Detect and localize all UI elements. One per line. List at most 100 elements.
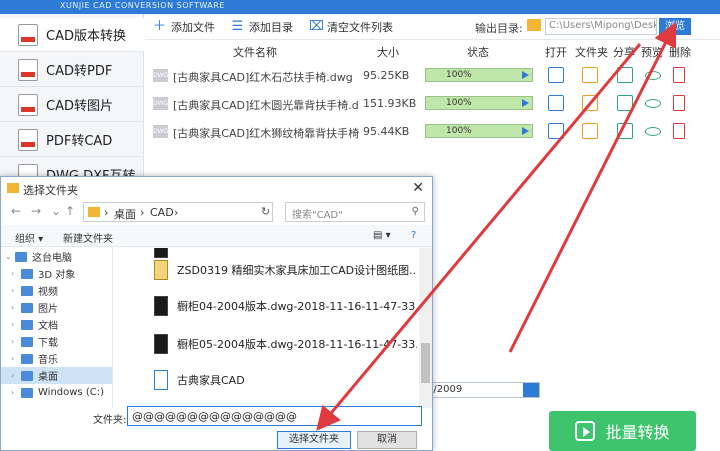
trash-icon[interactable] — [673, 95, 685, 111]
play-icon[interactable] — [522, 127, 529, 135]
file-size: 95.44KB — [363, 125, 410, 138]
picture-icon — [21, 302, 33, 313]
nav-desktop[interactable]: › 桌面 — [1, 367, 112, 384]
nav-downloads[interactable]: › 下载 — [1, 333, 112, 350]
table-row: DWG [古典家具CAD]红木石芯扶手椅.dwg 95.25KB 100% — [145, 62, 720, 90]
nav-documents[interactable]: › 文档 — [1, 316, 112, 333]
video-icon — [21, 285, 33, 296]
add-dir-button[interactable]: ☰ 添加目录 — [231, 19, 293, 35]
nav-drive-c[interactable]: › Windows (C:) — [1, 384, 112, 401]
share-icon[interactable] — [617, 123, 633, 139]
chevron-down-icon[interactable]: ⌄ — [51, 204, 61, 218]
open-file-icon[interactable] — [548, 67, 564, 83]
sidebar-item-cad-image[interactable]: CAD转图片 — [0, 88, 144, 122]
pdf-cad-icon — [18, 128, 38, 151]
desktop-icon — [21, 370, 33, 381]
open-folder-icon[interactable] — [582, 123, 598, 139]
open-folder-icon[interactable] — [582, 67, 598, 83]
col-name: 文件名称 — [233, 46, 277, 59]
browse-button[interactable]: 浏览 — [659, 18, 691, 35]
command-bar: 组织 ▾ 新建文件夹 ▤ ▾ ? — [1, 225, 432, 247]
list-item[interactable]: 橱柜04-2004版本.dwg-2018-11-16-11-47-33... — [114, 286, 419, 326]
output-label: 输出目录: — [475, 22, 523, 35]
scrollbar[interactable] — [419, 248, 432, 408]
nav-videos[interactable]: › 视频 — [1, 282, 112, 299]
play-icon — [575, 421, 596, 441]
breadcrumb-desktop[interactable]: 桌面 — [114, 206, 136, 222]
search-input[interactable]: 搜索"CAD" ⚲ — [285, 202, 425, 222]
dwg-file-icon: DWG — [153, 69, 168, 82]
list-icon: ☰ — [231, 19, 244, 34]
folder-icon — [527, 19, 541, 31]
table-row: DWG [古典家具CAD]红木圆光靠背扶手椅.d 151.93KB 100% — [145, 90, 720, 118]
list-item[interactable]: 橱柜05-2004版本.dwg-2018-11-16-11-47-33... — [114, 324, 419, 364]
folder-icon — [154, 260, 168, 280]
help-icon[interactable]: ? — [411, 230, 416, 241]
organize-button[interactable]: 组织 ▾ — [15, 230, 43, 245]
share-icon[interactable] — [617, 67, 633, 83]
col-preview: 预览 — [641, 46, 663, 59]
sidebar-item-pdf-cad[interactable]: PDF转CAD — [0, 123, 144, 157]
toolbar: ＋添加文件 ☰ 添加目录 ⌧ 清空文件列表 输出目录: C:\Users\Mipon… — [145, 14, 720, 40]
forward-icon[interactable]: → — [31, 204, 41, 218]
folder-icon — [7, 183, 19, 193]
file-size: 95.25KB — [363, 69, 410, 82]
file-name: [古典家具CAD]红木狮纹椅靠背扶手椅 — [173, 127, 360, 140]
batch-convert-button[interactable]: 批量转换 — [549, 411, 696, 451]
preview-eye-icon[interactable] — [645, 71, 661, 80]
brand-text: XUNJIE CAD CONVERSION SOFTWARE — [60, 1, 225, 10]
sidebar-item-cad-version[interactable]: CAD版本转换 — [0, 18, 144, 52]
scroll-thumb[interactable] — [421, 343, 430, 383]
cube-icon — [21, 268, 33, 279]
navigation-pane: ⌄ 这台电脑 › 3D 对象 › 视频 › 图片 › 文档 › 下载 › 音乐 › 桌面 › Wi… — [1, 248, 113, 408]
nav-music[interactable]: › 音乐 — [1, 350, 112, 367]
download-icon — [21, 336, 33, 347]
address-input[interactable]: › 桌面 › CAD › — [83, 202, 273, 222]
select-folder-button[interactable]: 选择文件夹 — [277, 431, 351, 449]
open-folder-icon[interactable] — [582, 95, 598, 111]
folder-icon — [154, 370, 168, 390]
trash-icon[interactable] — [673, 67, 685, 83]
back-icon[interactable]: ← — [11, 204, 21, 218]
progress-bar: 100% — [425, 96, 533, 110]
play-icon[interactable] — [522, 71, 529, 79]
file-name: [古典家具CAD]红木圆光靠背扶手椅.d — [173, 99, 359, 112]
progress-bar: 100% — [425, 68, 533, 82]
nav-3d-objects[interactable]: › 3D 对象 — [1, 265, 112, 282]
nav-pictures[interactable]: › 图片 — [1, 299, 112, 316]
play-icon[interactable] — [522, 99, 529, 107]
progress-bar: 100% — [425, 124, 533, 138]
col-share: 分享 — [613, 46, 635, 59]
new-folder-button[interactable]: 新建文件夹 — [63, 230, 113, 245]
up-icon[interactable]: ↑ — [65, 204, 75, 218]
col-delete: 删除 — [669, 46, 691, 59]
view-icon[interactable]: ▤ ▾ — [373, 230, 391, 241]
document-icon — [21, 319, 33, 330]
close-icon[interactable]: ✕ — [412, 180, 424, 196]
folder-name-input[interactable]: @@@@@@@@@@@@@@@ — [127, 406, 422, 426]
add-file-button[interactable]: ＋添加文件 — [153, 19, 215, 35]
format-select[interactable]: 8/2009 — [420, 382, 540, 398]
preview-eye-icon[interactable] — [645, 99, 661, 108]
sidebar-item-cad-pdf[interactable]: CAD转PDF — [0, 53, 144, 87]
refresh-icon[interactable]: ↻ — [261, 205, 270, 218]
dialog-title-bar: 选择文件夹 ✕ — [1, 177, 432, 199]
share-icon[interactable] — [617, 95, 633, 111]
open-file-icon[interactable] — [548, 123, 564, 139]
preview-eye-icon[interactable] — [645, 127, 661, 136]
clear-list-button[interactable]: ⌧ 清空文件列表 — [309, 19, 393, 35]
chevron-down-icon[interactable] — [523, 383, 539, 397]
drive-icon — [21, 387, 33, 398]
list-item[interactable]: ZSD0319 精细实木家具床加工CAD设计图纸图... — [114, 250, 419, 290]
cancel-button[interactable]: 取消 — [357, 431, 417, 449]
open-file-icon[interactable] — [548, 95, 564, 111]
clear-icon: ⌧ — [309, 19, 324, 34]
nav-this-pc[interactable]: ⌄ 这台电脑 — [1, 248, 112, 265]
list-item[interactable]: 古典家具CAD — [114, 360, 419, 400]
music-icon — [21, 353, 33, 364]
breadcrumb-cad[interactable]: CAD — [150, 206, 174, 219]
dwg-file-icon: DWG — [153, 125, 168, 138]
trash-icon[interactable] — [673, 123, 685, 139]
table-header: 文件名称 大小 状态 打开 文件夹 分享 预览 删除 — [145, 40, 720, 60]
output-path-input[interactable]: C:\Users\Mipong\Desktop — [545, 18, 657, 35]
